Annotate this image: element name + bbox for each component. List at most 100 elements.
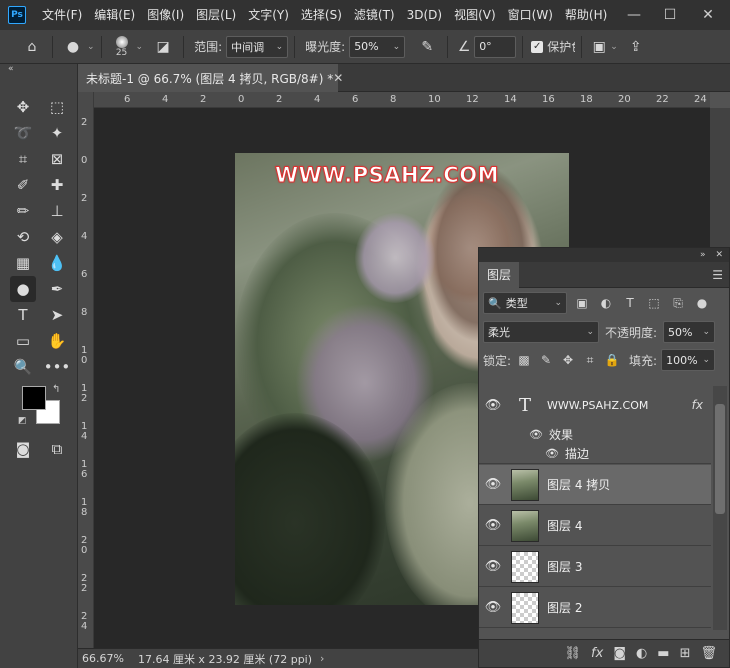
pen-tool-icon[interactable]: ✒ <box>44 276 70 302</box>
eye-icon[interactable]: 👁 <box>479 477 507 492</box>
gradient-tool-icon[interactable]: ▦ <box>10 250 36 276</box>
layer-row-text[interactable]: 👁 T WWW.PSAHZ.COM fx <box>479 386 711 424</box>
document-tab[interactable]: 未标题-1 @ 66.7% (图层 4 拷贝, RGB/8#) * ✕ <box>78 64 343 92</box>
lasso-tool-icon[interactable]: ➰ <box>10 120 36 146</box>
foreground-color-swatch[interactable] <box>22 386 46 410</box>
fill-input[interactable]: 100% ⌄ <box>661 349 716 371</box>
add-style-icon[interactable]: fx <box>591 646 603 661</box>
dodge-tool-preset-icon[interactable]: ● <box>59 33 87 61</box>
brush-preset-picker[interactable]: 25 <box>108 35 136 58</box>
eyedropper-icon[interactable]: ✐ <box>10 172 36 198</box>
image-filter-icon[interactable]: ▣ <box>573 294 591 312</box>
blend-mode-dropdown[interactable]: 柔光 ⌄ <box>483 321 599 343</box>
type-filter-icon[interactable]: T <box>621 294 639 312</box>
layer-row-layer4[interactable]: 👁 图层 4 <box>479 506 711 546</box>
eye-icon[interactable]: 👁 <box>479 518 507 533</box>
crop-tool-icon[interactable]: ⌗ <box>10 146 36 172</box>
menu-view[interactable]: 视图(V) <box>448 0 502 30</box>
shape-filter-icon[interactable]: ⬚ <box>645 294 663 312</box>
effects-row[interactable]: 👁 效果 <box>479 424 711 444</box>
menu-3d[interactable]: 3D(D) <box>401 0 448 30</box>
exposure-input[interactable]: 50% ⌄ <box>349 35 406 58</box>
swap-colors-icon[interactable]: ↰ <box>52 384 60 395</box>
more-tools-icon[interactable]: ••• <box>44 354 71 380</box>
minimize-button[interactable]: — <box>618 0 650 30</box>
home-icon[interactable]: ⌂ <box>18 33 46 61</box>
brush-settings-icon[interactable]: ◪ <box>149 33 177 61</box>
blur-tool-icon[interactable]: 💧 <box>44 250 70 276</box>
default-colors-icon[interactable]: ◩ <box>18 416 27 426</box>
layer-filter-dropdown[interactable]: 🔍 类型 ⌄ <box>483 292 567 314</box>
filter-toggle-icon[interactable]: ● <box>693 294 711 312</box>
maximize-button[interactable]: ☐ <box>654 0 686 30</box>
share-icon[interactable]: ⇪ <box>622 33 650 61</box>
layer-row-layer3[interactable]: 👁 图层 3 <box>479 547 711 587</box>
healing-brush-icon[interactable]: ✚ <box>44 172 70 198</box>
zoom-level[interactable]: 66.67% <box>82 652 124 665</box>
scrollbar-thumb[interactable] <box>715 404 725 514</box>
zoom-tool-icon[interactable]: 🔍 <box>10 354 36 380</box>
marquee-tool-icon[interactable]: ⬚ <box>44 94 70 120</box>
layer-name[interactable]: WWW.PSAHZ.COM <box>547 399 648 412</box>
range-dropdown[interactable]: 中间调 ⌄ <box>226 35 289 58</box>
layer-row-layer4-copy[interactable]: 👁 图层 4 拷贝 <box>479 465 711 505</box>
lock-transparent-icon[interactable]: ▩ <box>515 351 533 369</box>
menu-window[interactable]: 窗口(W) <box>502 0 559 30</box>
menu-image[interactable]: 图像(I) <box>141 0 190 30</box>
close-window-button[interactable]: ✕ <box>692 0 724 30</box>
layer-name[interactable]: 图层 4 <box>547 517 582 534</box>
opacity-input[interactable]: 50% ⌄ <box>663 321 716 343</box>
eye-icon[interactable]: 👁 <box>479 600 507 615</box>
frame-tool-icon[interactable]: ⊠ <box>44 146 70 172</box>
tab-layers[interactable]: 图层 <box>479 261 520 288</box>
type-tool-icon[interactable]: T <box>10 302 36 328</box>
menu-help[interactable]: 帮助(H) <box>559 0 613 30</box>
stamp-tool-icon[interactable]: ⊥ <box>44 198 70 224</box>
move-tool-icon[interactable]: ✥ <box>10 94 36 120</box>
hand-tool-icon[interactable]: ✋ <box>44 328 70 354</box>
brush-tool-icon[interactable]: ✏ <box>10 198 36 224</box>
panel-menu-icon[interactable]: ☰ <box>712 268 723 282</box>
eye-icon[interactable]: 👁 <box>529 428 543 441</box>
magic-wand-icon[interactable]: ✦ <box>44 120 70 146</box>
rectangle-tool-icon[interactable]: ▭ <box>10 328 36 354</box>
stroke-effect-row[interactable]: 👁 描边 <box>479 444 711 464</box>
document-info[interactable]: 17.64 厘米 x 23.92 厘米 (72 ppi) <box>138 651 312 667</box>
collapse-toolbar-icon[interactable]: « <box>8 64 14 74</box>
menu-select[interactable]: 选择(S) <box>295 0 348 30</box>
chevron-down-icon[interactable]: ⌄ <box>610 42 618 52</box>
link-layers-icon[interactable]: ⛓ <box>565 646 582 661</box>
eye-icon[interactable]: 👁 <box>479 398 507 413</box>
new-layer-icon[interactable]: ⊞ <box>680 646 691 661</box>
chevron-down-icon[interactable]: ⌄ <box>87 42 95 52</box>
airbrush-icon[interactable]: ✎ <box>413 33 441 61</box>
new-adjustment-icon[interactable]: ◐ <box>636 646 647 661</box>
layers-scrollbar[interactable] <box>713 386 727 630</box>
eye-icon[interactable]: 👁 <box>545 447 559 460</box>
eraser-tool-icon[interactable]: ◈ <box>44 224 70 250</box>
smart-object-filter-icon[interactable]: ⎘ <box>669 294 687 312</box>
history-brush-icon[interactable]: ⟲ <box>10 224 36 250</box>
adjustment-filter-icon[interactable]: ◐ <box>597 294 615 312</box>
screen-mode-icon[interactable]: ⧉ <box>44 436 70 462</box>
layer-name[interactable]: 图层 2 <box>547 599 582 616</box>
collapse-panel-icon[interactable]: » <box>700 250 706 260</box>
fx-icon[interactable]: fx <box>692 398 703 412</box>
close-icon[interactable]: ✕ <box>715 250 723 260</box>
delete-layer-icon[interactable]: 🗑 <box>700 646 717 661</box>
protect-tones-checkbox[interactable]: ✓ <box>531 40 544 53</box>
menu-type[interactable]: 文字(Y) <box>242 0 295 30</box>
lock-artboard-icon[interactable]: ⌗ <box>581 351 599 369</box>
lock-image-icon[interactable]: ✎ <box>537 351 555 369</box>
add-mask-icon[interactable]: ◙ <box>613 646 626 661</box>
path-select-icon[interactable]: ➤ <box>44 302 70 328</box>
lock-position-icon[interactable]: ✥ <box>559 351 577 369</box>
menu-edit[interactable]: 编辑(E) <box>88 0 141 30</box>
angle-input[interactable]: 0° <box>474 35 517 58</box>
menu-file[interactable]: 文件(F) <box>36 0 88 30</box>
lock-all-icon[interactable]: 🔒 <box>603 351 621 369</box>
chevron-right-icon[interactable]: › <box>320 652 324 665</box>
layer-name[interactable]: 图层 3 <box>547 558 582 575</box>
quick-mask-icon[interactable]: ◙ <box>10 436 36 462</box>
pressure-icon[interactable]: ▣ <box>588 33 610 61</box>
